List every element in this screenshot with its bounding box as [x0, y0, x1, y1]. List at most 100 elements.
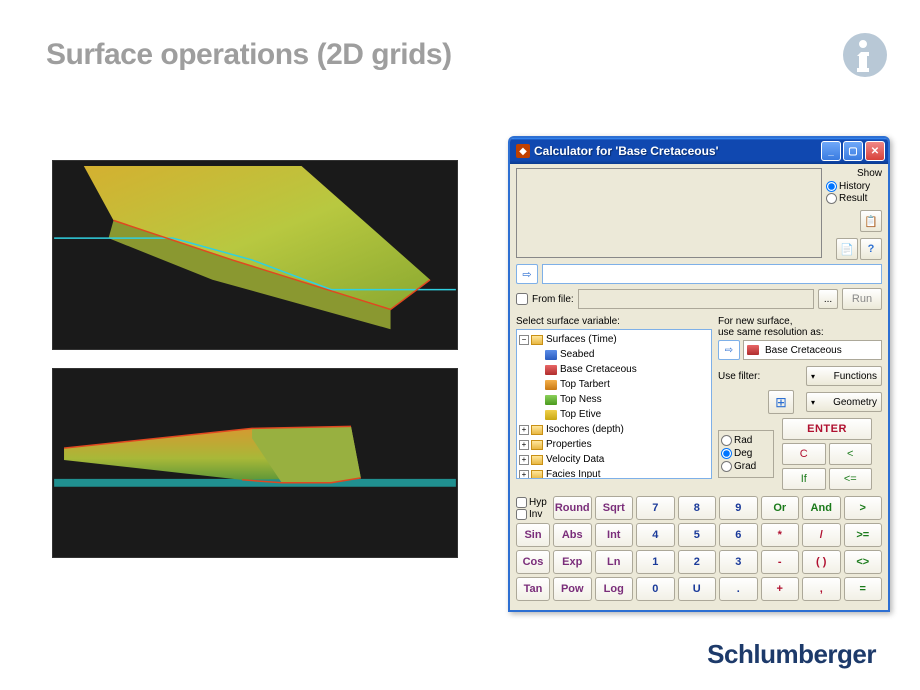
angle-mode-group: Rad Deg Grad	[718, 430, 774, 478]
titlebar[interactable]: ◆ Calculator for 'Base Cretaceous' _ ▢ ✕	[510, 138, 888, 164]
functions-dropdown[interactable]: ▾Functions	[806, 366, 882, 386]
brand-logo: Schlumberger	[707, 639, 876, 670]
info-icon	[840, 30, 890, 80]
calc-btn-div[interactable]: /	[802, 523, 841, 547]
folder-icon	[531, 425, 543, 435]
radio-rad[interactable]	[721, 435, 732, 446]
calc-btn-abs[interactable]: Abs	[553, 523, 592, 547]
radio-result[interactable]	[826, 193, 837, 204]
select-variable-label: Select surface variable:	[516, 316, 712, 327]
calc-btn-pow[interactable]: Pow	[553, 577, 592, 601]
calc-btn-minus[interactable]: -	[761, 550, 800, 574]
expand-icon[interactable]: +	[519, 440, 529, 450]
tree-folder[interactable]: Facies Input	[546, 469, 600, 479]
viewport-3d-top	[52, 160, 458, 350]
surface-icon	[545, 365, 557, 375]
surface-icon	[545, 395, 557, 405]
calc-btn-3[interactable]: 3	[719, 550, 758, 574]
hyp-checkbox[interactable]	[516, 497, 527, 508]
calc-btn-mul[interactable]: *	[761, 523, 800, 547]
geometry-dropdown[interactable]: ▾Geometry	[806, 392, 882, 412]
surface-icon	[545, 410, 557, 420]
calc-btn-round[interactable]: Round	[553, 496, 592, 520]
tree-folder[interactable]: Velocity Data	[546, 454, 604, 465]
expand-icon[interactable]: +	[519, 425, 529, 435]
calc-btn-and[interactable]: And	[802, 496, 841, 520]
back-button[interactable]: <	[829, 443, 873, 465]
folder-icon	[531, 440, 543, 450]
newsurf-apply-button[interactable]: ⇨	[718, 340, 740, 360]
calc-btn-gt[interactable]: >	[844, 496, 883, 520]
surface-icon	[545, 380, 557, 390]
calc-btn-1[interactable]: 1	[636, 550, 675, 574]
if-button[interactable]: If	[782, 468, 826, 490]
calc-btn-int[interactable]: Int	[595, 523, 634, 547]
expand-icon[interactable]: +	[519, 455, 529, 465]
tree-folder[interactable]: Properties	[546, 439, 592, 450]
calc-btn-7[interactable]: 7	[636, 496, 675, 520]
help-button[interactable]: ?	[860, 238, 882, 260]
browse-button[interactable]: ...	[818, 289, 838, 309]
calc-btn-log[interactable]: Log	[595, 577, 634, 601]
calc-btn-0[interactable]: 0	[636, 577, 675, 601]
radio-grad[interactable]	[721, 461, 732, 472]
clear-button[interactable]: C	[782, 443, 826, 465]
maximize-button[interactable]: ▢	[843, 141, 863, 161]
expr-apply-button[interactable]: ⇨	[516, 264, 538, 284]
tree-item[interactable]: Top Etive	[560, 409, 601, 420]
tree-item[interactable]: Top Ness	[560, 394, 602, 405]
calc-btn-8[interactable]: 8	[678, 496, 717, 520]
app-icon: ◆	[516, 144, 530, 158]
tree-folder[interactable]: Isochores (depth)	[546, 424, 624, 435]
calc-btn-sqrt[interactable]: Sqrt	[595, 496, 634, 520]
calc-btn-cos[interactable]: Cos	[516, 550, 550, 574]
calc-btn-tan[interactable]: Tan	[516, 577, 550, 601]
expression-input[interactable]	[542, 264, 882, 284]
fromfile-field[interactable]	[578, 289, 814, 309]
calc-btn-plus[interactable]: +	[761, 577, 800, 601]
folder-icon	[531, 455, 543, 465]
calculator-keypad: Hyp Inv Round Sqrt 7 8 9 Or And > Sin Ab…	[516, 496, 882, 601]
calc-btn-paren[interactable]: ( )	[802, 550, 841, 574]
expand-icon[interactable]: +	[519, 470, 529, 480]
viewport-3d-bottom	[52, 368, 458, 558]
collapse-icon[interactable]: −	[519, 335, 529, 345]
radio-deg[interactable]	[721, 448, 732, 459]
history-area	[516, 168, 822, 258]
fromfile-label: From file:	[532, 294, 574, 305]
tree-item[interactable]: Top Tarbert	[560, 379, 610, 390]
calc-btn-4[interactable]: 4	[636, 523, 675, 547]
le-button[interactable]: <=	[829, 468, 873, 490]
calc-btn-u[interactable]: U	[678, 577, 717, 601]
filter-button[interactable]: ⊞	[768, 390, 794, 414]
tool-btn-2[interactable]: 📄	[836, 238, 858, 260]
calc-btn-ge[interactable]: >=	[844, 523, 883, 547]
surface-icon	[545, 350, 557, 360]
tree-root[interactable]: Surfaces (Time)	[546, 334, 617, 345]
inv-checkbox[interactable]	[516, 509, 527, 520]
calc-btn-9[interactable]: 9	[719, 496, 758, 520]
calc-btn-or[interactable]: Or	[761, 496, 800, 520]
calc-btn-6[interactable]: 6	[719, 523, 758, 547]
close-button[interactable]: ✕	[865, 141, 885, 161]
calc-btn-eq[interactable]: =	[844, 577, 883, 601]
variable-tree[interactable]: −Surfaces (Time) Seabed Base Cretaceous …	[516, 329, 712, 479]
minimize-button[interactable]: _	[821, 141, 841, 161]
calc-btn-ne[interactable]: <>	[844, 550, 883, 574]
run-button[interactable]: Run	[842, 288, 882, 310]
tool-btn-1[interactable]: 📋	[860, 210, 882, 232]
enter-button[interactable]: ENTER	[782, 418, 872, 440]
calc-btn-2[interactable]: 2	[678, 550, 717, 574]
calc-btn-5[interactable]: 5	[678, 523, 717, 547]
tree-item[interactable]: Base Cretaceous	[560, 364, 637, 375]
calc-btn-sin[interactable]: Sin	[516, 523, 550, 547]
newsurf-field[interactable]: Base Cretaceous	[743, 340, 882, 360]
calc-btn-exp[interactable]: Exp	[553, 550, 592, 574]
calc-btn-ln[interactable]: Ln	[595, 550, 634, 574]
tree-item[interactable]: Seabed	[560, 349, 594, 360]
slide-title: Surface operations (2D grids)	[46, 38, 452, 72]
fromfile-checkbox[interactable]	[516, 293, 528, 305]
calc-btn-dot[interactable]: .	[719, 577, 758, 601]
radio-history[interactable]	[826, 181, 837, 192]
calc-btn-comma[interactable]: ,	[802, 577, 841, 601]
